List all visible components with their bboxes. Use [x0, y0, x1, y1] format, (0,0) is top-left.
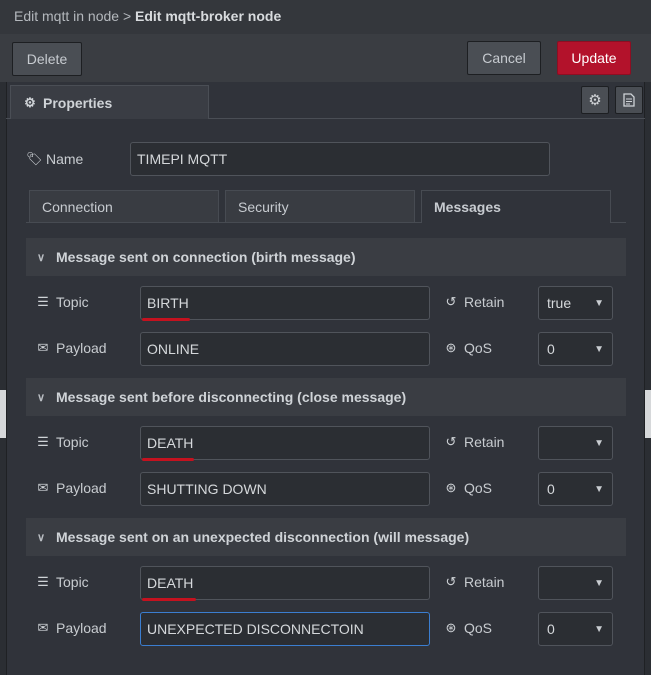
update-button[interactable]: Update [557, 41, 631, 75]
topic-label: ☰ Topic [36, 573, 89, 591]
delete-button[interactable]: Delete [12, 42, 82, 76]
tag-icon: 🏷 [26, 151, 43, 166]
envelope-icon: ✉ [37, 340, 49, 355]
qos-icon: ⊛ [445, 340, 457, 355]
tab-security[interactable]: Security [225, 190, 415, 222]
name-label: 🏷 Name [26, 150, 83, 168]
gear-icon: ⚙ [24, 94, 36, 110]
settings-button[interactable]: ⚙ [581, 86, 609, 114]
cancel-button[interactable]: Cancel [467, 41, 541, 75]
document-icon [623, 93, 635, 107]
will-retain-select[interactable]: ▼ [538, 566, 613, 600]
breadcrumb-separator: > [122, 8, 132, 24]
toolbar [0, 34, 651, 82]
chevron-down-icon: ▼ [594, 437, 604, 449]
retain-label-text: Retain [464, 434, 505, 450]
history-icon: ↺ [445, 294, 457, 309]
qos-label-text: QoS [464, 620, 493, 636]
payload-label: ✉ Payload [36, 619, 107, 637]
payload-label-text: Payload [56, 340, 107, 356]
envelope-icon: ✉ [37, 620, 49, 635]
tab-messages[interactable]: Messages [421, 190, 611, 223]
will-qos-select[interactable]: 0 ▼ [538, 612, 613, 646]
list-icon: ☰ [37, 434, 49, 449]
retain-label-text: Retain [464, 574, 505, 590]
spellcheck-underline [142, 318, 190, 321]
qos-label: ⊛ QoS [444, 479, 492, 497]
birth-message-section-header[interactable]: ∨ Message sent on connection (birth mess… [26, 238, 626, 276]
chevron-down-icon: ∨ [36, 531, 46, 544]
topic-label-text: Topic [56, 574, 89, 590]
name-input[interactable]: TIMEPI MQTT [130, 142, 550, 176]
will-payload-input[interactable]: UNEXPECTED DISCONNECTOIN [140, 612, 430, 646]
qos-icon: ⊛ [445, 620, 457, 635]
payload-label: ✉ Payload [36, 479, 107, 497]
chevron-down-icon: ▼ [594, 483, 604, 495]
chevron-down-icon: ∨ [36, 391, 46, 404]
chevron-down-icon: ▼ [594, 577, 604, 589]
retain-label: ↺ Retain [444, 573, 505, 591]
will-message-section-header[interactable]: ∨ Message sent on an unexpected disconne… [26, 518, 626, 556]
qos-label-text: QoS [464, 340, 493, 356]
close-qos-select[interactable]: 0 ▼ [538, 472, 613, 506]
retain-label: ↺ Retain [444, 433, 505, 451]
payload-label-text: Payload [56, 480, 107, 496]
birth-retain-select[interactable]: true ▼ [538, 286, 613, 320]
close-qos-value: 0 [547, 481, 555, 497]
breadcrumb-current: Edit mqtt-broker node [135, 8, 282, 24]
topic-label-text: Topic [56, 294, 89, 310]
description-button[interactable] [615, 86, 643, 114]
close-retain-select[interactable]: ▼ [538, 426, 613, 460]
properties-tab-label: Properties [43, 94, 113, 111]
right-resize-handle[interactable] [645, 390, 651, 438]
list-icon: ☰ [37, 294, 49, 309]
chevron-down-icon: ∨ [36, 251, 46, 264]
spellcheck-underline [142, 598, 196, 601]
qos-icon: ⊛ [445, 480, 457, 495]
spellcheck-underline [142, 458, 194, 461]
gear-icon: ⚙ [588, 92, 602, 109]
section-title: Message sent on an unexpected disconnect… [56, 529, 470, 545]
close-topic-input[interactable]: DEATH [140, 426, 430, 460]
birth-topic-input[interactable]: BIRTH [140, 286, 430, 320]
list-icon: ☰ [37, 574, 49, 589]
birth-qos-value: 0 [547, 341, 555, 357]
topic-label: ☰ Topic [36, 433, 89, 451]
chevron-down-icon: ▼ [594, 623, 604, 635]
topic-label-text: Topic [56, 434, 89, 450]
birth-retain-value: true [547, 295, 572, 311]
history-icon: ↺ [445, 574, 457, 589]
tab-connection[interactable]: Connection [29, 190, 219, 222]
chevron-down-icon: ▼ [594, 343, 604, 355]
topic-label: ☰ Topic [36, 293, 89, 311]
section-title: Message sent before disconnecting (close… [56, 389, 407, 405]
chevron-down-icon: ▼ [594, 297, 604, 309]
close-payload-input[interactable]: SHUTTING DOWN [140, 472, 430, 506]
section-title: Message sent on connection (birth messag… [56, 249, 356, 265]
qos-label: ⊛ QoS [444, 339, 492, 357]
payload-label-text: Payload [56, 620, 107, 636]
breadcrumb-parent[interactable]: Edit mqtt in node [14, 8, 119, 24]
retain-label: ↺ Retain [444, 293, 505, 311]
qos-label: ⊛ QoS [444, 619, 492, 637]
will-topic-input[interactable]: DEATH [140, 566, 430, 600]
birth-qos-select[interactable]: 0 ▼ [538, 332, 613, 366]
qos-label-text: QoS [464, 480, 493, 496]
will-qos-value: 0 [547, 621, 555, 637]
name-label-text: Name [46, 151, 84, 167]
envelope-icon: ✉ [37, 480, 49, 495]
properties-tab[interactable]: ⚙ Properties [10, 85, 209, 119]
history-icon: ↺ [445, 434, 457, 449]
birth-payload-input[interactable]: ONLINE [140, 332, 430, 366]
close-message-section-header[interactable]: ∨ Message sent before disconnecting (clo… [26, 378, 626, 416]
retain-label-text: Retain [464, 294, 505, 310]
payload-label: ✉ Payload [36, 339, 107, 357]
breadcrumb: Edit mqtt in node > Edit mqtt-broker nod… [14, 8, 281, 24]
